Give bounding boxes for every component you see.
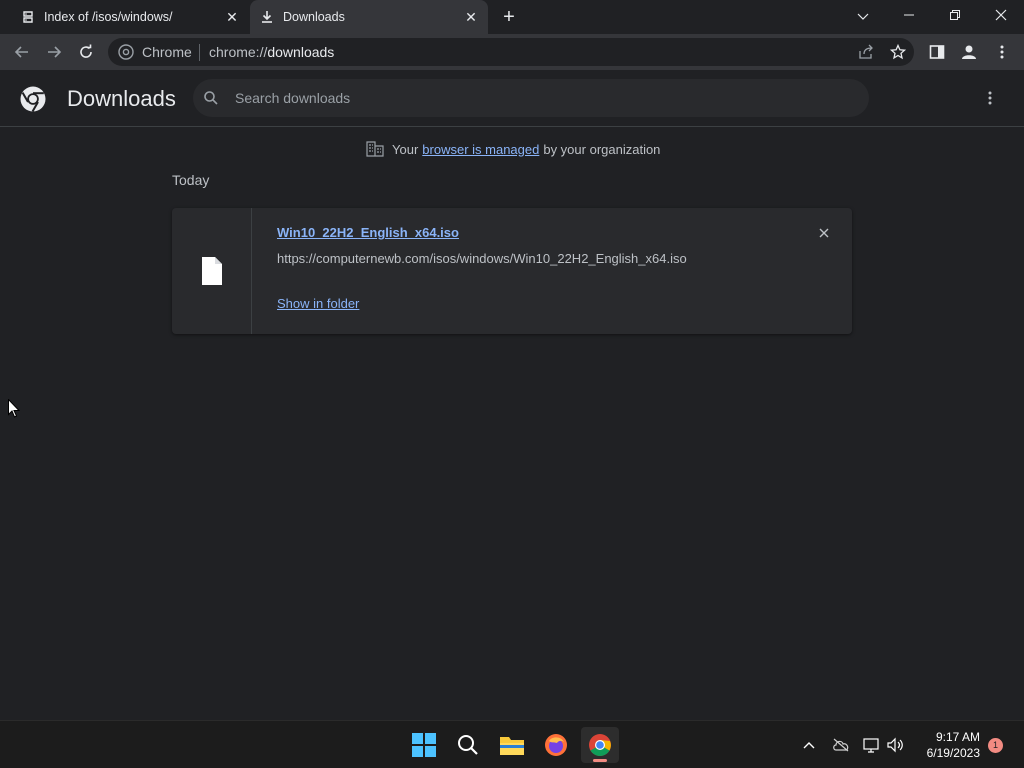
download-item-card: Win10_22H2_English_x64.iso https://compu… — [172, 208, 852, 334]
managed-prefix: Your — [392, 141, 419, 157]
new-tab-button[interactable]: + — [500, 7, 518, 27]
tab-strip: Index of /isos/windows/ ✕ Downloads ✕ + — [0, 0, 1024, 34]
download-icon — [259, 9, 275, 25]
tab-title: Index of /isos/windows/ — [44, 10, 173, 24]
search-icon — [203, 90, 219, 106]
profile-icon[interactable] — [959, 42, 979, 62]
more-actions-icon[interactable] — [980, 88, 1000, 108]
chrome-menu-icon[interactable] — [992, 42, 1012, 62]
bookmark-star-icon[interactable] — [888, 42, 908, 62]
file-explorer-button[interactable] — [493, 727, 531, 763]
url-scheme: chrome:// — [209, 44, 268, 60]
tab-search-icon[interactable] — [851, 6, 875, 26]
download-filename-link[interactable]: Win10_22H2_English_x64.iso — [277, 225, 459, 240]
managed-notice: Your browser is managed by your organiza… — [366, 140, 660, 158]
reload-button[interactable] — [75, 41, 97, 63]
building-icon — [366, 141, 384, 157]
close-tab-icon[interactable]: ✕ — [463, 9, 479, 25]
close-window-button[interactable] — [989, 6, 1013, 26]
back-button[interactable] — [11, 41, 33, 63]
tab-index-of-isos[interactable]: Index of /isos/windows/ ✕ — [0, 0, 248, 34]
chrome-page-icon — [118, 44, 134, 60]
clock-date: 6/19/2023 — [926, 746, 980, 760]
windows-taskbar: 9:17 AM 6/19/2023 1 — [0, 720, 1024, 768]
tab-downloads[interactable]: Downloads ✕ — [250, 0, 488, 34]
firefox-button[interactable] — [537, 727, 575, 763]
managed-suffix: by your organization — [543, 141, 661, 157]
omnibox-url[interactable]: chrome://downloads — [209, 44, 334, 60]
side-panel-icon[interactable] — [927, 42, 947, 62]
show-in-folder-link[interactable]: Show in folder — [277, 296, 359, 311]
downloads-header: Downloads — [0, 70, 1024, 127]
forward-button[interactable] — [43, 41, 65, 63]
page-title: Downloads — [67, 86, 176, 111]
volume-icon[interactable] — [886, 735, 906, 755]
chrome-logo-icon — [19, 85, 47, 113]
close-tab-icon[interactable]: ✕ — [224, 9, 240, 25]
share-icon[interactable] — [856, 42, 876, 62]
search-input[interactable] — [235, 85, 835, 111]
url-path: downloads — [267, 44, 335, 60]
file-icon-column — [172, 208, 252, 334]
minimize-button[interactable] — [897, 6, 921, 26]
file-explorer-icon — [500, 737, 524, 755]
date-group-heading: Today — [172, 172, 210, 188]
network-icon[interactable] — [862, 735, 882, 755]
start-button[interactable] — [405, 727, 443, 763]
remove-download-icon[interactable] — [817, 226, 831, 240]
tab-title: Downloads — [283, 10, 345, 24]
search-icon — [458, 735, 478, 755]
taskbar-clock[interactable]: 9:17 AM 6/19/2023 — [916, 729, 980, 761]
firefox-icon — [545, 734, 567, 756]
omnibox-site-label: Chrome — [142, 44, 192, 60]
restore-button[interactable] — [943, 6, 967, 26]
mouse-cursor-icon — [8, 398, 21, 418]
chrome-icon — [589, 734, 611, 756]
omnibox-divider — [199, 44, 200, 61]
windows-start-icon — [412, 733, 436, 757]
browser-managed-link[interactable]: browser is managed — [422, 142, 539, 157]
search-downloads-box[interactable] — [193, 79, 869, 117]
taskbar-search-button[interactable] — [449, 727, 487, 763]
address-bar[interactable]: Chrome chrome://downloads — [108, 38, 914, 66]
download-source-url: https://computernewb.com/isos/windows/Wi… — [277, 251, 687, 266]
onedrive-offline-icon[interactable] — [831, 735, 851, 755]
clock-time: 9:17 AM — [935, 730, 980, 744]
browser-toolbar: Chrome chrome://downloads — [0, 34, 1024, 70]
file-icon — [201, 256, 223, 286]
show-hidden-icons-chevron-icon[interactable] — [799, 735, 819, 755]
server-icon — [20, 9, 36, 25]
notification-badge[interactable]: 1 — [988, 738, 1003, 753]
chrome-taskbar-button[interactable] — [581, 727, 619, 763]
